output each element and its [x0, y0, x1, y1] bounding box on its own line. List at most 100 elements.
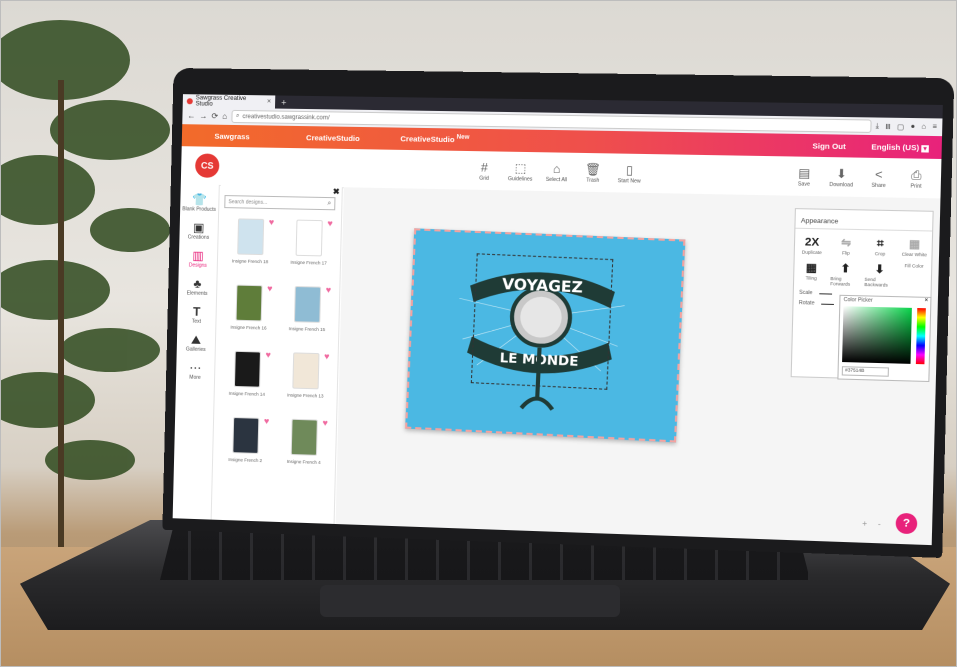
heart-icon[interactable]: ♥ [327, 218, 333, 228]
reload-icon[interactable]: ⟳ [211, 112, 218, 121]
nav-sawgrass[interactable]: Sawgrass [182, 131, 283, 142]
nav-creativestudio[interactable]: CreativeStudio [282, 132, 384, 143]
crop-button[interactable]: ⌗ Crop [865, 236, 895, 257]
design-card[interactable]: ♥ Insigne French 2 [218, 416, 274, 477]
design-thumbnail[interactable] [237, 218, 265, 256]
heart-icon[interactable]: ♥ [322, 418, 328, 428]
duplicate-icon: 2X [804, 236, 820, 249]
arrow-down-circle-icon: ⬇ [874, 263, 885, 277]
design-thumbnail[interactable] [292, 352, 320, 390]
browser-tab[interactable]: Sawgrass Creative Studio × [182, 94, 276, 109]
zoom-in-button[interactable]: + [862, 519, 867, 528]
rail-text[interactable]: T Text [177, 304, 215, 325]
close-icon[interactable]: × [924, 298, 928, 304]
search-icon: ⌕ [327, 199, 332, 207]
rail-designs[interactable]: ▥ Designs [179, 248, 217, 269]
start-new-button[interactable]: ▯ Start New [616, 162, 644, 185]
download-icon[interactable]: ⤓ [876, 122, 880, 130]
heart-icon[interactable]: ♥ [264, 416, 270, 426]
home-icon[interactable]: ⌂ [222, 112, 227, 121]
guidelines-icon: ⬚ [514, 160, 527, 176]
tiling-button[interactable]: ▦ Tiling [796, 261, 826, 286]
design-card[interactable]: ♥ Insigne French 15 [279, 285, 335, 346]
duplicate-button[interactable]: 2X Duplicate [797, 235, 827, 255]
share-button[interactable]: < Share [865, 166, 893, 189]
design-thumbnail[interactable] [293, 286, 322, 323]
nav-creativestudio-new[interactable]: CreativeStudio New [384, 134, 487, 145]
design-caption: Insigne French 2 [228, 456, 263, 464]
design-card[interactable]: ♥ Insigne French 18 [223, 217, 279, 277]
design-caption: Insigne French 4 [286, 458, 321, 466]
rail-creations[interactable]: ▣ Creations [179, 220, 218, 241]
print-button[interactable]: ⎙ Print [902, 167, 930, 190]
design-thumbnail[interactable] [290, 418, 318, 456]
close-tab-icon[interactable]: × [267, 98, 271, 105]
extension-icon[interactable]: ⌂ [921, 123, 926, 131]
design-thumbnail[interactable] [233, 350, 261, 388]
hue-slider[interactable] [915, 308, 926, 365]
design-card[interactable]: ♥ Insigne French 16 [221, 283, 277, 344]
design-card[interactable]: ♥ Insigne French 17 [281, 218, 337, 279]
design-card[interactable]: ♥ Insigne French 14 [219, 350, 275, 410]
heart-icon[interactable]: ♥ [326, 285, 332, 295]
url-text: creativestudio.sawgrassink.com/ [242, 113, 330, 121]
heart-icon[interactable]: ♥ [265, 350, 271, 360]
design-thumbnail[interactable] [235, 284, 263, 322]
new-badge: New [456, 134, 470, 142]
rail-elements[interactable]: ♣ Elements [178, 276, 216, 297]
send-backwards-button[interactable]: ⬇ Send Backwards [864, 262, 895, 288]
hex-input[interactable]: #37514B [841, 366, 889, 377]
select-all-button[interactable]: ⌂ Select All [543, 160, 571, 184]
design-thumbnail[interactable] [295, 219, 323, 257]
bring-forwards-label: Bring Forwards [830, 275, 851, 287]
grid-button[interactable]: # Grid [471, 159, 498, 182]
language-select[interactable]: English (US) ▾ [858, 142, 941, 153]
saturation-value-area[interactable] [842, 306, 912, 364]
share-icon: < [874, 167, 883, 182]
design-canvas[interactable]: VOYAGEZ LE MONDE Appearance 2X Duplicate … [335, 187, 941, 546]
scale-label: Scale [799, 289, 813, 297]
trash-label: Trash [586, 177, 600, 184]
rail-label: Galleries [185, 346, 206, 354]
cs-logo[interactable]: CS [194, 153, 220, 178]
account-icon[interactable]: ● [910, 123, 915, 131]
heart-icon[interactable]: ♥ [267, 283, 273, 293]
elements-icon: ♣ [193, 276, 202, 291]
design-card[interactable]: ♥ Insigne French 13 [278, 351, 334, 412]
designs-panel: ✖ Search designs... ⌕ ♥ Insigne French 18… [212, 184, 343, 524]
download-button[interactable]: ⬇ Download [827, 165, 855, 189]
rail-blank-products[interactable]: 👕 Blank Products [180, 192, 219, 213]
rail-galleries[interactable]: ⛰ Galleries [177, 332, 215, 353]
heart-icon[interactable]: ♥ [269, 217, 275, 227]
download-label: Download [829, 181, 854, 189]
help-button[interactable]: ? [895, 512, 918, 535]
rail-label: Elements [186, 290, 208, 297]
forward-icon[interactable]: → [199, 111, 207, 120]
artboard[interactable]: VOYAGEZ LE MONDE [405, 228, 686, 443]
save-button[interactable]: ▤ Save [790, 165, 818, 188]
bring-forwards-button[interactable]: ⬆ Bring Forwards [830, 261, 860, 287]
guidelines-button[interactable]: ⬚ Guidelines [507, 160, 534, 183]
clear-white-button[interactable]: ▦ Clear White [899, 237, 930, 257]
design-thumbnail[interactable] [232, 417, 260, 454]
zoom-out-button[interactable]: - [878, 519, 881, 528]
library-icon[interactable]: Ⅲ [885, 122, 890, 130]
flip-button[interactable]: ⇋ Flip [831, 236, 861, 256]
back-icon[interactable]: ← [187, 111, 195, 120]
heart-icon[interactable]: ♥ [324, 351, 330, 361]
sidebar-icon[interactable]: ▢ [897, 122, 904, 131]
close-icon[interactable]: ✖ [333, 187, 340, 196]
rail-more[interactable]: ⋯ More [176, 360, 214, 381]
trash-button[interactable]: 🗑 Trash [579, 161, 607, 184]
selection-box[interactable] [470, 253, 614, 390]
rotate-slider[interactable] [820, 303, 834, 305]
design-caption: Insigne French 17 [290, 259, 327, 266]
scale-slider[interactable] [818, 292, 832, 295]
fill-color-button[interactable]: Fill Color [898, 263, 929, 289]
tshirt-icon: 👕 [191, 192, 208, 207]
search-input[interactable]: Search designs... ⌕ [224, 195, 336, 211]
new-tab-button[interactable]: + [275, 97, 293, 107]
menu-icon[interactable]: ≡ [932, 123, 937, 131]
design-card[interactable]: ♥ Insigne French 4 [276, 418, 332, 478]
sign-out-link[interactable]: Sign Out [800, 141, 859, 151]
